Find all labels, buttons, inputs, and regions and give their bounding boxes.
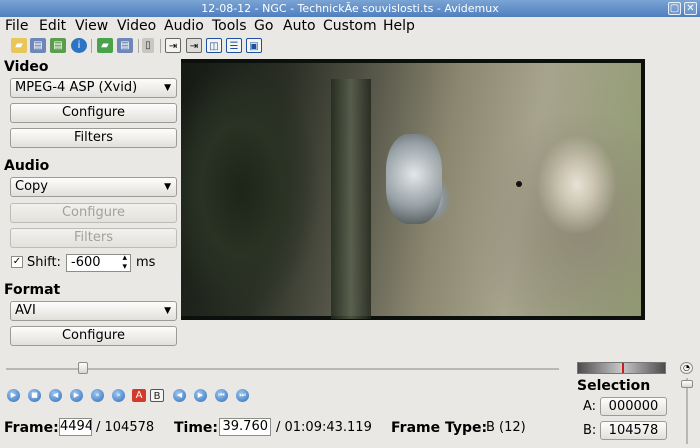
top-bottom-icon[interactable]: ☰ bbox=[226, 38, 242, 53]
menu-tools[interactable]: Tools bbox=[212, 18, 247, 34]
frame-type-label: Frame Type: bbox=[391, 420, 488, 436]
next-keyframe-button[interactable]: » bbox=[112, 389, 125, 402]
go-first-frame-button[interactable]: ⏮ bbox=[215, 389, 228, 402]
play-button[interactable]: ▶ bbox=[7, 389, 20, 402]
save-as-icon[interactable]: ▤ bbox=[50, 38, 66, 53]
shift-value: -600 bbox=[71, 255, 101, 270]
video-preview bbox=[181, 59, 645, 320]
open-video-icon[interactable]: ▰ bbox=[97, 38, 113, 53]
maximize-button[interactable]: ▢ bbox=[668, 2, 681, 15]
frame-type-value: B (12) bbox=[486, 420, 526, 435]
marker-b-label: B: bbox=[583, 423, 597, 438]
spin-arrows-icon[interactable]: ▴ ▾ bbox=[122, 254, 127, 272]
shift-unit: ms bbox=[136, 255, 156, 270]
audio-codec-value: Copy bbox=[15, 179, 48, 194]
marker-a-button[interactable]: 000000 bbox=[600, 397, 667, 416]
menu-custom[interactable]: Custom bbox=[323, 18, 377, 34]
video-section-title: Video bbox=[4, 59, 49, 75]
toolbar-separator bbox=[91, 39, 92, 53]
video-frame-detail bbox=[516, 181, 522, 187]
chevron-down-icon: ▼ bbox=[164, 182, 171, 192]
audio-filters-button[interactable]: Filters bbox=[10, 228, 177, 248]
calculator-icon[interactable]: ▯ bbox=[142, 38, 154, 53]
volume-meter-needle bbox=[622, 363, 624, 373]
time-label: Time: bbox=[174, 420, 219, 436]
set-marker-a-button[interactable]: A bbox=[132, 389, 146, 402]
go-last-frame-button[interactable]: ⏭ bbox=[236, 389, 249, 402]
video-codec-value: MPEG-4 ASP (Xvid) bbox=[15, 80, 138, 95]
time-input[interactable]: 39.760 bbox=[219, 418, 271, 436]
format-select[interactable]: AVI ▼ bbox=[10, 301, 177, 321]
shift-label: Shift: bbox=[27, 255, 61, 270]
output-view-icon[interactable]: ⇥ bbox=[186, 38, 202, 53]
frame-label: Frame: bbox=[4, 420, 59, 436]
video-configure-button[interactable]: Configure bbox=[10, 103, 177, 123]
frame-total: / 104578 bbox=[96, 420, 155, 435]
side-by-side-icon[interactable]: ◫ bbox=[206, 38, 222, 53]
video-border bbox=[641, 59, 645, 320]
video-frame-detail bbox=[386, 134, 442, 224]
video-frame-detail bbox=[331, 79, 371, 319]
volume-meter bbox=[577, 362, 666, 374]
menu-audio[interactable]: Audio bbox=[164, 18, 204, 34]
menu-edit[interactable]: Edit bbox=[39, 18, 66, 34]
format-configure-button[interactable]: Configure bbox=[10, 326, 177, 346]
menu-bar: File Edit View Video Audio Tools Go Auto… bbox=[0, 17, 700, 36]
time-total: / 01:09:43.119 bbox=[276, 420, 372, 435]
frame-input[interactable]: 4494 bbox=[59, 418, 92, 436]
window-title: 12-08-12 - NGC - TechnickÃe souvislosti.… bbox=[201, 2, 499, 15]
video-border bbox=[181, 316, 645, 320]
toolbar-separator bbox=[138, 39, 139, 53]
input-view-icon[interactable]: ⇥ bbox=[165, 38, 181, 53]
video-codec-select[interactable]: MPEG-4 ASP (Xvid) ▼ bbox=[10, 78, 177, 98]
time-slider-thumb[interactable] bbox=[78, 362, 88, 374]
video-border bbox=[181, 59, 645, 63]
menu-auto[interactable]: Auto bbox=[283, 18, 316, 34]
menu-go[interactable]: Go bbox=[254, 18, 273, 34]
menu-view[interactable]: View bbox=[75, 18, 108, 34]
audio-codec-select[interactable]: Copy ▼ bbox=[10, 177, 177, 197]
info-icon[interactable]: i bbox=[71, 38, 87, 53]
menu-video[interactable]: Video bbox=[117, 18, 156, 34]
menu-help[interactable]: Help bbox=[383, 18, 415, 34]
video-filters-button[interactable]: Filters bbox=[10, 128, 177, 148]
toolbar-separator bbox=[160, 39, 161, 53]
previous-frame-button[interactable]: ◀ bbox=[49, 389, 62, 402]
preview-icon[interactable]: ▣ bbox=[246, 38, 262, 53]
time-slider-track[interactable] bbox=[6, 368, 559, 370]
title-bar: 12-08-12 - NGC - TechnickÃe souvislosti.… bbox=[0, 0, 700, 17]
volume-icon[interactable]: ◔ bbox=[680, 362, 693, 374]
toolbar: ▰ ▤ ▤ i ▰ ▤ ▯ ⇥ ⇥ ◫ ☰ ▣ bbox=[0, 36, 700, 56]
save-icon[interactable]: ▤ bbox=[30, 38, 46, 53]
next-black-frame-button[interactable]: ▶ bbox=[194, 389, 207, 402]
close-button[interactable]: ✕ bbox=[684, 2, 697, 15]
marker-a-label: A: bbox=[583, 399, 597, 414]
chevron-down-icon: ▼ bbox=[164, 83, 171, 93]
format-value: AVI bbox=[15, 303, 36, 318]
format-section-title: Format bbox=[4, 282, 61, 298]
stop-button[interactable]: ■ bbox=[28, 389, 41, 402]
previous-keyframe-button[interactable]: « bbox=[91, 389, 104, 402]
set-marker-b-button[interactable]: B bbox=[150, 389, 164, 402]
menu-file[interactable]: File bbox=[5, 18, 28, 34]
volume-slider-thumb[interactable] bbox=[681, 380, 693, 388]
open-icon[interactable]: ▰ bbox=[11, 38, 27, 53]
audio-section-title: Audio bbox=[4, 158, 50, 174]
selection-title: Selection bbox=[577, 378, 651, 394]
audio-configure-button[interactable]: Configure bbox=[10, 203, 177, 223]
save-video-icon[interactable]: ▤ bbox=[117, 38, 133, 53]
shift-value-input[interactable]: -600 ▴ ▾ bbox=[66, 254, 131, 272]
shift-checkbox[interactable]: ✓ bbox=[11, 256, 23, 268]
next-frame-button[interactable]: ▶ bbox=[70, 389, 83, 402]
chevron-down-icon: ▼ bbox=[164, 306, 171, 316]
previous-black-frame-button[interactable]: ◀ bbox=[173, 389, 186, 402]
marker-b-button[interactable]: 104578 bbox=[600, 421, 667, 440]
